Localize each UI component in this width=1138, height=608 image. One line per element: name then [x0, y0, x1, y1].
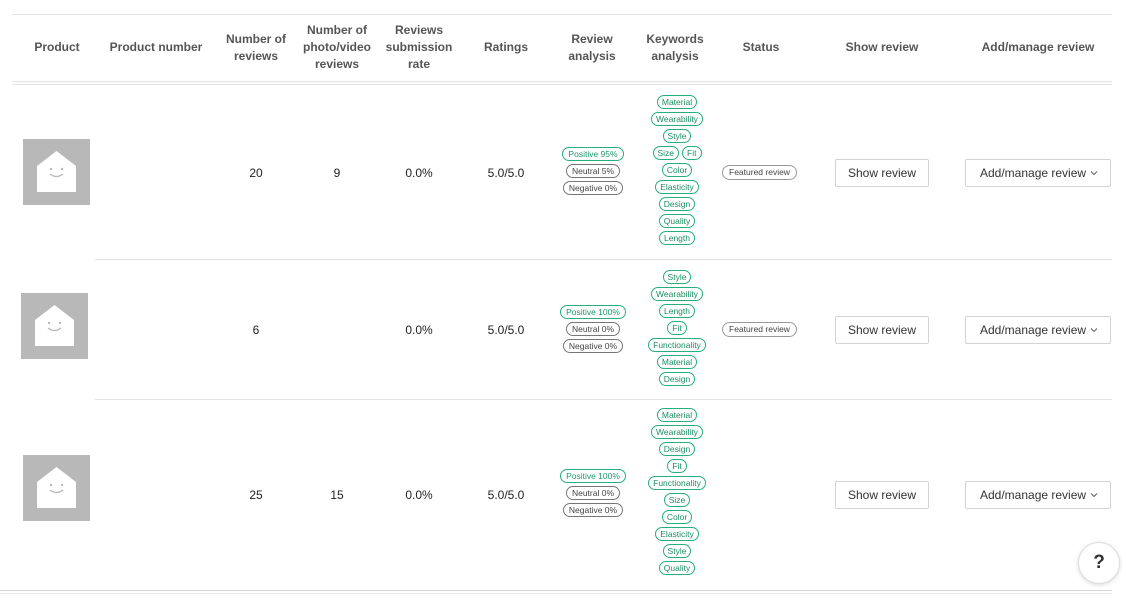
positive-badge: Positive 100% [560, 305, 626, 319]
show-review-button[interactable]: Show review [835, 481, 929, 509]
header-product-number: Product number [109, 40, 203, 54]
number-of-reviews: 25 [249, 488, 263, 502]
keyword-badge: Fit [682, 146, 702, 160]
header-review-analysis: Review analysis [568, 32, 616, 63]
product-thumbnail[interactable] [21, 293, 88, 359]
number-of-photo-video-reviews: 15 [330, 488, 344, 502]
header-bottom-divider-2 [12, 84, 1112, 85]
keyword-badge: Functionality [648, 338, 706, 352]
keyword-badge: Wearability [651, 112, 703, 126]
submission-rate: 0.0% [405, 323, 433, 337]
table-bottom-divider [0, 590, 1112, 591]
keyword-badge: Quality [658, 214, 696, 228]
positive-badge: Positive 95% [562, 147, 624, 161]
add-manage-review-label: Add/manage review [980, 166, 1087, 180]
header-status: Status [742, 40, 780, 54]
review-analysis: Positive 100% Neutral 0% Negative 0% [545, 466, 641, 517]
keywords-analysis: Style Wearability Length Fit Functionali… [630, 270, 724, 386]
header-show-review: Show review [845, 40, 919, 54]
keyword-badge: Style [662, 270, 692, 284]
keyword-badge: Elasticity [655, 180, 699, 194]
product-placeholder-icon [37, 151, 76, 192]
header-number-of-photo-video-reviews: Number of photo/video reviews [303, 23, 371, 71]
help-button[interactable]: ? [1078, 542, 1120, 584]
keyword-badge: Wearability [651, 425, 703, 439]
rating: 5.0/5.0 [487, 166, 525, 180]
keyword-badge: Fit [667, 321, 687, 335]
header-product: Product [34, 40, 80, 54]
rating: 5.0/5.0 [487, 488, 525, 502]
neutral-badge: Neutral 0% [565, 486, 621, 500]
negative-badge: Negative 0% [562, 339, 624, 353]
keyword-badge: Material [656, 355, 698, 369]
header-bottom-divider [12, 81, 1112, 82]
add-manage-review-dropdown[interactable]: Add/manage review [965, 159, 1111, 187]
add-manage-review-dropdown[interactable]: Add/manage review [965, 481, 1111, 509]
keyword-badge: Material [656, 95, 698, 109]
header-number-of-reviews: Number of reviews [226, 32, 286, 63]
show-review-button[interactable]: Show review [835, 159, 929, 187]
number-of-reviews: 6 [252, 323, 260, 337]
status-badge: Featured review [722, 322, 797, 337]
keyword-badge: Length [659, 304, 695, 318]
help-icon: ? [1093, 552, 1105, 573]
add-manage-review-label: Add/manage review [980, 488, 1087, 502]
keyword-badge: Color [661, 163, 693, 177]
header-ratings: Ratings [483, 40, 528, 54]
row-divider [95, 399, 1112, 400]
keyword-badge: Wearability [651, 287, 703, 301]
header-keywords-analysis: Keywords analysis [646, 32, 704, 63]
product-thumbnail[interactable] [23, 139, 90, 205]
keyword-badge: Quality [658, 561, 696, 575]
review-analysis: Positive 95% Neutral 5% Negative 0% [545, 144, 641, 195]
negative-badge: Negative 0% [562, 503, 624, 517]
table-bottom-divider-2 [0, 593, 1112, 594]
keyword-badge: Design [658, 442, 696, 456]
product-placeholder-icon [35, 305, 74, 346]
keyword-badge: Functionality [648, 476, 706, 490]
number-of-photo-video-reviews: 9 [333, 166, 341, 180]
keyword-badge: Size [663, 493, 691, 507]
chevron-down-icon [1090, 328, 1098, 333]
keyword-badge: Material [656, 408, 698, 422]
header-top-divider [12, 14, 1112, 15]
negative-badge: Negative 0% [562, 181, 624, 195]
add-manage-review-label: Add/manage review [980, 323, 1087, 337]
neutral-badge: Neutral 0% [565, 322, 621, 336]
keyword-badge: Elasticity [655, 527, 699, 541]
keyword-badge: Style [662, 129, 692, 143]
product-placeholder-icon [37, 467, 76, 508]
positive-badge: Positive 100% [560, 469, 626, 483]
table-header: Product Product number Number of reviews… [0, 0, 1138, 94]
show-review-button[interactable]: Show review [835, 316, 929, 344]
submission-rate: 0.0% [405, 488, 433, 502]
keyword-badge: Fit [667, 459, 687, 473]
add-manage-review-dropdown[interactable]: Add/manage review [965, 316, 1111, 344]
header-add-manage-review: Add/manage review [981, 40, 1095, 54]
number-of-reviews: 20 [249, 166, 263, 180]
submission-rate: 0.0% [405, 166, 433, 180]
keywords-analysis: Material Wearability Style Size Fit Color… [630, 95, 724, 245]
keyword-badge: Design [658, 372, 696, 386]
keyword-badge: Design [658, 197, 696, 211]
header-reviews-submission-rate: Reviews submission rate [385, 23, 453, 71]
keyword-badge: Style [662, 544, 692, 558]
keyword-badge: Color [661, 510, 693, 524]
row-divider [95, 259, 1112, 260]
chevron-down-icon [1090, 171, 1098, 176]
keyword-badge: Size [652, 146, 680, 160]
chevron-down-icon [1090, 493, 1098, 498]
neutral-badge: Neutral 5% [565, 164, 621, 178]
keywords-analysis: Material Wearability Design Fit Function… [630, 408, 724, 575]
rating: 5.0/5.0 [487, 323, 525, 337]
product-thumbnail[interactable] [23, 455, 90, 521]
keyword-badge: Length [659, 231, 695, 245]
review-analysis: Positive 100% Neutral 0% Negative 0% [545, 302, 641, 353]
status-badge: Featured review [722, 165, 797, 180]
